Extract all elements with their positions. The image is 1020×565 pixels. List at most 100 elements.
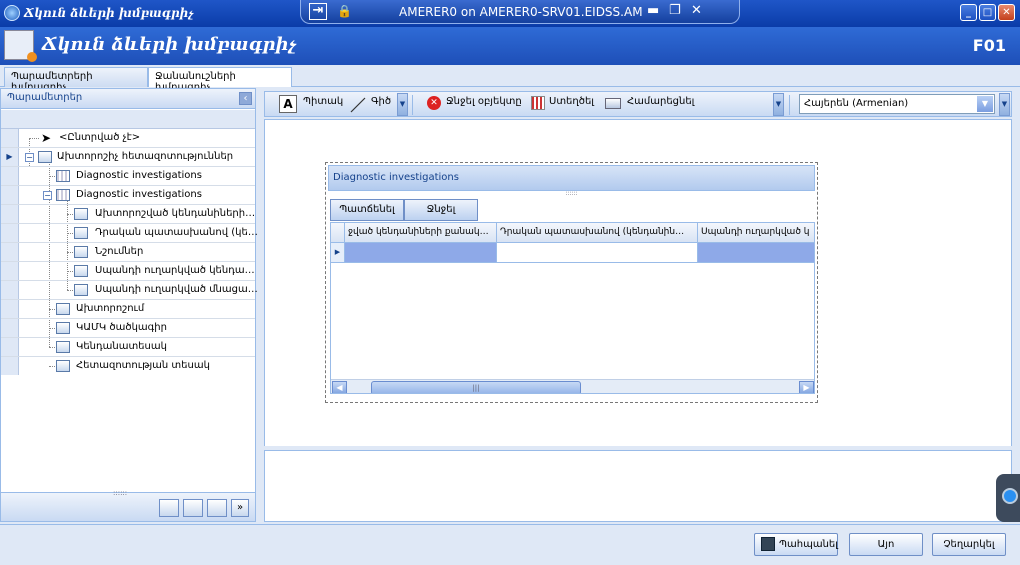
column-header[interactable]: ջված կենդանիների քանակ… <box>345 223 497 243</box>
language-select[interactable]: Հայերեն (Armenian) ▼ <box>799 94 995 114</box>
align-button[interactable]: Համարեցնել <box>627 96 694 107</box>
delete-object-button[interactable]: Ջնջել օբյեկտը <box>446 96 522 107</box>
form-view-icon[interactable] <box>183 499 203 517</box>
tree-item[interactable]: Դրական պատասխանով (կե… <box>1 224 258 243</box>
grid-header: ջված կենդանիների քանակ… Դրական պատասխանո… <box>331 223 814 243</box>
tree-item[interactable]: − Diagnostic investigations <box>1 186 255 205</box>
investigations-grid: ջված կենդանիների քանակ… Դրական պատասխանո… <box>330 222 815 394</box>
minimize-button[interactable]: _ <box>960 4 977 21</box>
resize-grip[interactable]: :::::: <box>328 191 815 197</box>
more-options-icon[interactable]: » <box>231 499 249 517</box>
tab-templates-editor[interactable]: Ջանանուշների խմբագրիչ <box>148 67 292 93</box>
tree-item-not-selected[interactable]: ➤ <Ընտրված չէ> <box>1 129 255 148</box>
collapse-icon[interactable]: ‹ <box>239 92 252 105</box>
cancel-button[interactable]: Չեղարկել <box>932 533 1006 556</box>
collapse-node-icon[interactable]: − <box>43 191 52 200</box>
tab-parameters-editor[interactable]: Պարամետրերի խմբագրիչ <box>4 67 148 93</box>
rdp-close-icon[interactable]: ✕ <box>691 3 702 18</box>
line-tool-icon <box>350 97 366 113</box>
column-header[interactable]: Սպանդի ուղարկված կ <box>698 223 814 243</box>
delete-row-button[interactable]: Ջնջել <box>404 199 478 221</box>
scroll-right-icon[interactable]: ▶ <box>799 381 814 393</box>
field-icon <box>74 284 88 296</box>
label-tool-icon: A <box>279 95 297 113</box>
tree-item[interactable]: Ախտորոշված կենդանիների… <box>1 205 255 224</box>
tree-item[interactable]: Diagnostic investigations <box>1 167 255 186</box>
tree-item[interactable]: Սպանդի ուղարկված մնացա… <box>1 281 258 300</box>
dialog-footer: Պահպանել Այո Չեղարկել <box>0 524 1020 565</box>
tree-item[interactable]: Հետազոտության տեսակ <box>1 357 255 376</box>
tree-item[interactable]: Սպանդի ուղարկված կենդա… <box>1 262 255 281</box>
grid-cell[interactable] <box>698 243 814 262</box>
field-icon <box>56 322 70 334</box>
align-icon <box>605 98 621 109</box>
toolbar-overflow-button[interactable]: ▼ <box>773 93 784 116</box>
grid-view-icon[interactable] <box>207 499 227 517</box>
grid-cell[interactable] <box>497 243 698 262</box>
section-title: Diagnostic investigations <box>328 165 815 191</box>
table-row[interactable]: ▶ <box>331 243 814 263</box>
line-tool-button[interactable]: Գիծ <box>371 96 391 107</box>
table-icon <box>56 170 70 182</box>
scroll-left-icon[interactable]: ◀ <box>332 381 347 393</box>
field-icon <box>74 265 88 277</box>
remote-connection-bar: ⇥ 🔒 AMERER0 on AMERER0-SRV01.EIDSS.AM ▬ … <box>300 0 740 24</box>
close-button[interactable]: ✕ <box>998 4 1015 21</box>
panel-footer: :::::: » <box>0 489 256 522</box>
properties-panel <box>264 450 1012 522</box>
current-row-icon: ▶ <box>1 148 19 166</box>
grid-cell[interactable] <box>345 243 497 262</box>
window-title: Ճկուն ձևերի խմբագրիչ <box>24 6 194 20</box>
field-icon <box>56 360 70 372</box>
pin-icon[interactable]: ⇥ <box>309 3 327 20</box>
tree-item[interactable]: Նշումներ <box>1 243 255 262</box>
tree-item-diagnostic-root[interactable]: ▶ − Ախտորոշիչ հետազոտություններ <box>1 148 255 167</box>
column-header[interactable]: Դրական պատասխանով (կենդանին… <box>497 223 698 243</box>
toolbar-overflow-button[interactable]: ▼ <box>999 93 1010 116</box>
collapse-node-icon[interactable]: − <box>25 153 34 162</box>
editor-tabs: Պարամետրերի խմբագրիչ Ջանանուշների խմբագր… <box>0 65 1020 93</box>
list-view-icon[interactable] <box>159 499 179 517</box>
form-header: Ճկուն ձևերի խմբագրիչ F01 <box>0 27 1020 65</box>
delete-icon: ✕ <box>427 96 441 110</box>
tree-header-row <box>1 110 255 129</box>
field-icon <box>74 246 88 258</box>
field-icon <box>74 208 88 220</box>
tree-item[interactable]: Կենդանատեսակ <box>1 338 255 357</box>
copy-row-button[interactable]: Պատճենել <box>330 199 404 221</box>
scroll-thumb[interactable]: ||| <box>371 381 581 393</box>
lock-icon: 🔒 <box>337 4 352 18</box>
splitter-grip[interactable]: :::::: <box>113 489 127 497</box>
create-button[interactable]: Ստեղծել <box>549 96 594 107</box>
field-icon <box>74 227 88 239</box>
template-section[interactable]: Diagnostic investigations :::::: Պատճենե… <box>325 162 818 403</box>
field-icon <box>56 303 70 315</box>
form-title: Ճկուն ձևերի խմբագրիչ <box>42 34 297 55</box>
save-button[interactable]: Պահպանել <box>754 533 838 556</box>
parameters-panel: Պարամետրեր ‹ ➤ <Ընտրված չէ> ▶ − Ախտորոշի… <box>0 88 258 522</box>
toolbar-overflow-button[interactable]: ▼ <box>397 93 408 116</box>
form-code: F01 <box>972 36 1006 55</box>
horizontal-scrollbar[interactable]: ◀ ||| ▶ <box>331 379 814 393</box>
database-icon <box>38 151 52 163</box>
current-row-icon: ▶ <box>331 243 345 262</box>
remote-support-icon[interactable] <box>996 474 1020 522</box>
connection-label: AMERER0 on AMERER0-SRV01.EIDSS.AM <box>399 5 643 19</box>
calendar-icon <box>531 96 545 110</box>
ok-button[interactable]: Այո <box>849 533 923 556</box>
tree-item[interactable]: Ախտորոշում <box>1 300 255 319</box>
rdp-restore-icon[interactable]: ❐ <box>669 3 681 18</box>
app-icon <box>4 5 20 21</box>
maximize-button[interactable]: □ <box>979 4 996 21</box>
table-icon <box>56 189 70 201</box>
field-icon <box>56 341 70 353</box>
panel-header: Պարամետրեր ‹ <box>1 89 255 109</box>
window-titlebar: Ճկուն ձևերի խմբագրիչ ⇥ 🔒 AMERER0 on AMER… <box>0 0 1020 27</box>
label-tool-button[interactable]: Պիտակ <box>303 96 343 107</box>
save-icon <box>761 537 775 551</box>
rdp-minimize-icon[interactable]: ▬ <box>647 3 659 18</box>
tree-item[interactable]: ԿԱՄԿ ծածկագիր <box>1 319 255 338</box>
chevron-down-icon[interactable]: ▼ <box>977 96 993 112</box>
panel-title: Պարամետրեր <box>7 92 83 103</box>
language-select-value: Հայերեն (Armenian) <box>804 98 909 109</box>
